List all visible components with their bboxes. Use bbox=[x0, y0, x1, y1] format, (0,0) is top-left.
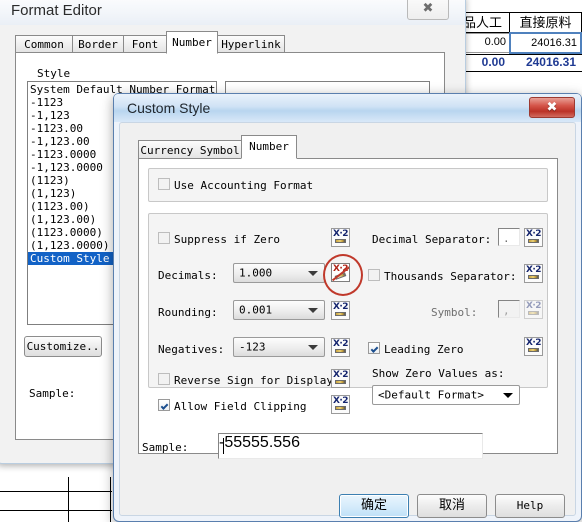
rounding-value: 0.001 bbox=[239, 303, 273, 317]
negatives-combo[interactable]: -123 bbox=[233, 337, 325, 357]
symbol-field: , bbox=[498, 300, 520, 318]
symbol-label: Symbol: bbox=[431, 306, 478, 319]
pencil-icon bbox=[528, 311, 539, 315]
negatives-formula-button[interactable]: X·2 bbox=[331, 338, 350, 357]
customize-button[interactable]: Customize.. bbox=[24, 336, 102, 357]
suppress-if-zero-checkbox[interactable] bbox=[158, 232, 170, 244]
rounding-combo[interactable]: 0.001 bbox=[233, 300, 325, 320]
screen: 品人工 直接原料 0.00 24016.31 0.00 24016.31 172… bbox=[0, 0, 582, 522]
reverse-sign-checkbox[interactable] bbox=[158, 373, 170, 385]
decimals-label: Decimals: bbox=[158, 269, 218, 282]
leading-zero-checkbox[interactable] bbox=[368, 342, 380, 354]
sheet-gridline bbox=[0, 491, 112, 492]
x2-icon: X·2 bbox=[525, 265, 542, 275]
leading-zero-label: Leading Zero bbox=[384, 343, 464, 356]
sample-value: -55555.556 bbox=[219, 434, 300, 451]
chevron-down-icon bbox=[308, 345, 318, 350]
close-icon[interactable]: ✖ bbox=[407, 0, 449, 20]
x2-icon: X·2 bbox=[332, 370, 349, 380]
use-accounting-format-label: Use Accounting Format bbox=[174, 179, 314, 192]
x2-icon: X·2 bbox=[332, 302, 349, 312]
sheet-header-cell: 直接原料 bbox=[509, 12, 582, 33]
show-zero-values-label: Show Zero Values as: bbox=[372, 367, 505, 380]
pencil-icon bbox=[335, 349, 346, 353]
close-glyph: ✖ bbox=[422, 0, 434, 16]
tab-font[interactable]: Font bbox=[123, 35, 167, 53]
close-glyph: ✖ bbox=[546, 100, 558, 115]
format-editor-tabstrip: Common Border Font Number Hyperlink bbox=[15, 31, 445, 54]
decimal-separator-value: . bbox=[503, 232, 510, 245]
x2-icon: X·2 bbox=[525, 229, 542, 239]
rounding-formula-button[interactable]: X·2 bbox=[331, 301, 350, 320]
x2-icon: X·2 bbox=[332, 396, 349, 406]
sheet-gridline bbox=[68, 477, 69, 522]
custom-style-dialog: Custom Style ✖ Currency Symbol Number Us… bbox=[113, 93, 582, 522]
chevron-down-icon bbox=[308, 271, 318, 276]
pencil-icon bbox=[335, 406, 346, 410]
show-zero-values-combo[interactable]: <Default Format> bbox=[372, 385, 520, 405]
leading-zero-formula-button[interactable]: X·2 bbox=[524, 337, 543, 356]
suppress-if-zero-formula-button[interactable]: X·2 bbox=[331, 228, 350, 247]
format-editor-sample-label: Sample: bbox=[29, 387, 76, 400]
pencil-icon bbox=[335, 239, 346, 243]
allow-field-clipping-formula-button[interactable]: X·2 bbox=[331, 395, 350, 414]
sample-field[interactable]: -55555.556 bbox=[218, 433, 483, 459]
tab-common[interactable]: Common bbox=[15, 35, 73, 53]
allow-field-clipping-label: Allow Field Clipping bbox=[174, 400, 307, 413]
sheet-selected-cell[interactable]: 24016.31 bbox=[509, 32, 582, 54]
tab-number[interactable]: Number bbox=[166, 31, 218, 54]
thousands-separator-checkbox[interactable] bbox=[368, 269, 380, 281]
decimals-combo[interactable]: 1.000 bbox=[233, 263, 325, 283]
thousands-separator-formula-button[interactable]: X·2 bbox=[524, 264, 543, 283]
sheet-total-cell: 24016.31 bbox=[509, 55, 579, 71]
reverse-sign-label: Reverse Sign for Display bbox=[174, 374, 333, 387]
sheet-gridline bbox=[0, 510, 112, 511]
decimal-separator-field[interactable]: . bbox=[498, 228, 520, 246]
style-group-label: Style bbox=[37, 67, 71, 80]
tab-currency-symbol[interactable]: Currency Symbol bbox=[138, 140, 242, 159]
text-caret bbox=[223, 438, 224, 454]
help-button[interactable]: Help bbox=[495, 494, 565, 518]
ok-button[interactable]: 确定 bbox=[339, 494, 409, 518]
tab-number[interactable]: Number bbox=[241, 135, 297, 159]
sheet-gridline bbox=[110, 477, 111, 522]
chevron-down-icon bbox=[503, 393, 513, 398]
suppress-if-zero-label: Suppress if Zero bbox=[174, 233, 280, 246]
x2-icon: X·2 bbox=[332, 339, 349, 349]
symbol-value: , bbox=[503, 304, 510, 317]
pencil-icon bbox=[335, 312, 346, 316]
pencil-icon bbox=[528, 239, 539, 243]
tab-border[interactable]: Border bbox=[72, 35, 124, 53]
allow-field-clipping-checkbox[interactable] bbox=[158, 399, 170, 411]
custom-style-body: Currency Symbol Number Use Accounting Fo… bbox=[119, 122, 576, 518]
rounding-label: Rounding: bbox=[158, 306, 218, 319]
custom-style-tabstrip: Currency Symbol Number bbox=[138, 135, 438, 159]
custom-style-title: Custom Style bbox=[127, 100, 211, 116]
decimals-value: 1.000 bbox=[239, 266, 273, 280]
pencil-icon bbox=[335, 380, 346, 384]
negatives-value: -123 bbox=[239, 340, 266, 354]
negatives-label: Negatives: bbox=[158, 343, 225, 356]
pencil-icon bbox=[528, 275, 539, 279]
symbol-formula-button: X·2 bbox=[524, 300, 543, 319]
cancel-button[interactable]: 取消 bbox=[417, 494, 487, 518]
sample-label: Sample: bbox=[142, 441, 189, 454]
x2-icon: X·2 bbox=[525, 338, 542, 348]
decimal-separator-formula-button[interactable]: X·2 bbox=[524, 228, 543, 247]
show-zero-values-value: <Default Format> bbox=[378, 388, 484, 402]
format-editor-title: Format Editor bbox=[11, 2, 102, 19]
x2-icon: X·2 bbox=[525, 301, 542, 311]
chevron-down-icon bbox=[308, 308, 318, 313]
x2-icon: X·2 bbox=[332, 229, 349, 239]
tab-hyperlink[interactable]: Hyperlink bbox=[217, 35, 285, 53]
reverse-sign-formula-button[interactable]: X·2 bbox=[331, 369, 350, 388]
thousands-separator-label: Thousands Separator: bbox=[384, 270, 517, 283]
decimals-formula-button[interactable]: X·2 bbox=[331, 263, 350, 282]
use-accounting-format-checkbox[interactable] bbox=[158, 178, 170, 190]
pencil-icon bbox=[528, 348, 539, 352]
close-icon[interactable]: ✖ bbox=[529, 97, 575, 118]
decimal-separator-label: Decimal Separator: bbox=[372, 233, 492, 246]
